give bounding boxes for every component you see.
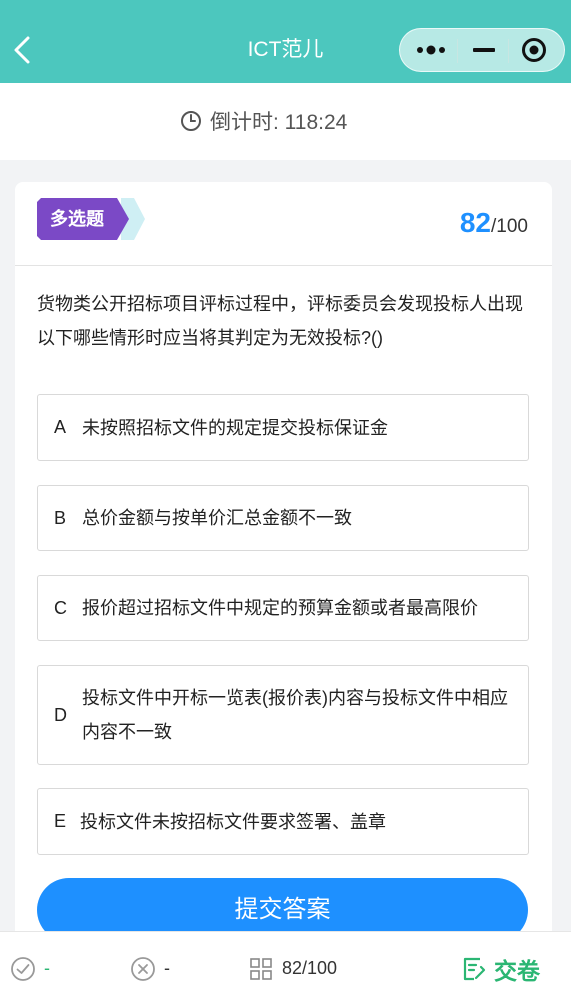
wrong-count: - [130,932,170,1005]
option-letter: C [54,597,67,618]
option-a[interactable]: A 未按照招标文件的规定提交投标保证金 [37,394,529,461]
option-text: 总价金额与按单价汇总金额不一致 [82,508,352,528]
option-text: 报价超过招标文件中规定的预算金额或者最高限价 [82,598,478,618]
grid-icon [250,957,272,980]
submit-paper-button[interactable]: 交卷 [460,932,540,1005]
question-progress: 82/100 [460,206,528,244]
submit-paper-label: 交卷 [494,957,540,984]
option-letter: B [54,507,67,528]
question-card: 多选题 82/100 货物类公开招标项目评标过程中，评标委员会发现投标人出现以下… [15,182,552,942]
capsule-divider [508,39,509,63]
correct-count: - [10,932,50,1005]
capsule-divider [457,39,458,63]
target-circle-icon[interactable] [521,37,547,63]
option-letter: E [54,811,67,831]
countdown-bar: 倒计时: 118:24 [0,83,571,160]
question-list-button[interactable]: 82/100 [248,932,337,1005]
option-letter: A [54,417,67,437]
option-e[interactable]: E 投标文件未按招标文件要求签署、盖章 [37,788,529,855]
total-questions: /100 [491,216,528,237]
option-text: 投标文件中开标一览表(报价表)内容与投标文件中相应内容不一致 [82,688,508,742]
question-text: 货物类公开招标项目评标过程中，评标委员会发现投标人出现以下哪些情形时应当将其判定… [37,294,523,348]
question-type-badge: 多选题 [50,209,104,229]
wrong-count-value: - [164,958,170,978]
option-letter: D [54,704,67,725]
x-circle-icon [131,956,155,981]
divider [15,265,552,266]
countdown-text: 倒计时: 118:24 [210,111,348,134]
paper-edit-icon [463,957,486,980]
minus-icon[interactable] [473,48,495,52]
current-question-number: 82 [459,207,492,238]
option-text: 未按照招标文件的规定提交投标保证金 [82,417,388,438]
clock-icon [181,111,201,131]
option-d[interactable]: D 投标文件中开标一览表(报价表)内容与投标文件中相应内容不一致 [37,665,529,765]
more-dots-icon[interactable] [416,43,446,57]
bottom-toolbar: - - 82/100 交卷 [0,931,571,1005]
option-c[interactable]: C 报价超过招标文件中规定的预算金额或者最高限价 [37,575,529,641]
check-circle-icon [11,956,35,981]
top-nav-bar: ICT范儿 [0,0,571,83]
mini-program-capsule [399,28,565,72]
option-b[interactable]: B 总价金额与按单价汇总金额不一致 [37,485,529,551]
question-list-progress: 82/100 [282,958,338,978]
option-text: 投标文件未按招标文件要求签署、盖章 [80,811,386,832]
correct-count-value: - [44,958,50,978]
